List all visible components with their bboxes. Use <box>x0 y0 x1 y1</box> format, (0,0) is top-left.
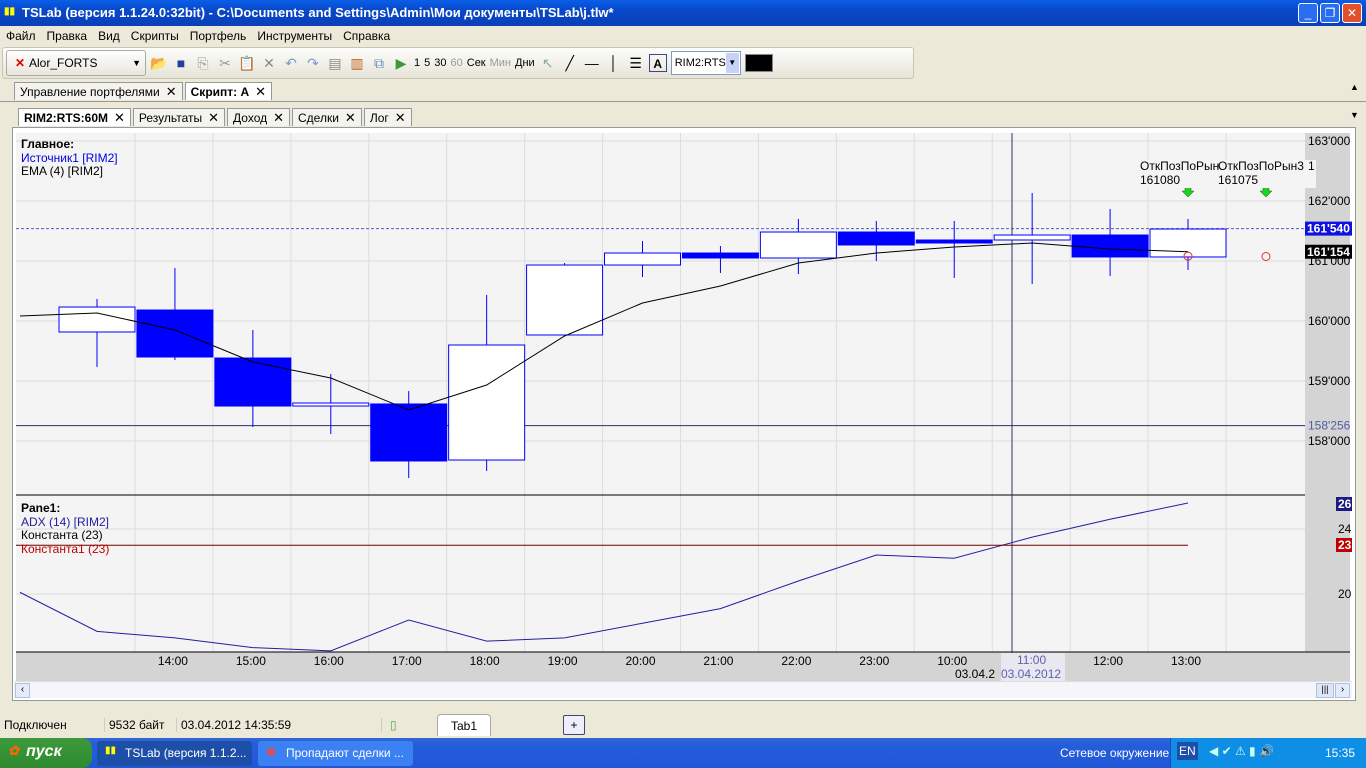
time-tick: 16:00 <box>314 654 344 668</box>
cursor-price-label: 158'256 <box>1308 419 1351 433</box>
pane1-title: Pane1: <box>21 501 61 515</box>
tray-icons[interactable]: ◀ ✔ ⚠ ▮ 🔊 <box>1209 744 1274 758</box>
app-icon: ▮▮ <box>105 745 117 756</box>
signal-price: 161075 <box>1218 173 1259 187</box>
candle-body <box>759 231 837 259</box>
candle-body <box>448 344 526 461</box>
candle-body <box>837 231 915 246</box>
candle-body <box>214 357 292 407</box>
candle-body <box>58 306 136 333</box>
signal-labels: ОткПозПоРын ОткПозПоРын3 1 161080 161075 <box>1140 160 1316 188</box>
time-tick: 14:00 <box>158 654 188 668</box>
status-bar: Подключен 9532 байт 03.04.2012 14:35:59 … <box>0 712 1366 738</box>
time-tick: 23:00 <box>859 654 889 668</box>
price-chart[interactable]: 163'000162'000161'000160'000159'000158'0… <box>0 0 1366 700</box>
price-tick: 162'000 <box>1308 194 1351 208</box>
scroll-right-icon[interactable]: › <box>1335 683 1350 698</box>
legend-constant: Константа (23) <box>21 528 103 542</box>
time-tick: 20:00 <box>625 654 655 668</box>
time-axis-bg <box>16 652 1350 681</box>
scroll-thumb[interactable]: ||| <box>1316 683 1334 698</box>
time-tick: 13:00 <box>1171 654 1201 668</box>
price-tick: 163'000 <box>1308 134 1351 148</box>
network-toolbar[interactable]: Сетевое окружение <box>1060 746 1169 760</box>
notes-icon[interactable]: ▯ <box>382 718 437 732</box>
candle-body <box>1149 228 1227 258</box>
time-tick: 17:00 <box>392 654 422 668</box>
time-tick: 18:00 <box>470 654 500 668</box>
time-tick: 12:00 <box>1093 654 1123 668</box>
candle-body <box>993 234 1071 241</box>
candle-body <box>681 252 759 259</box>
xaxis-date: 03.04.2 <box>955 667 996 681</box>
time-tick: 21:00 <box>703 654 733 668</box>
time-tick: 10:00 <box>937 654 967 668</box>
main-pane-title: Главное: <box>21 137 75 151</box>
clock: 15:35 <box>1325 746 1356 760</box>
adx-value-label: 26 <box>1338 497 1352 511</box>
candle-body <box>915 239 993 244</box>
signal-price: 161080 <box>1140 173 1181 187</box>
signal-name: ОткПозПоРын <box>1140 159 1220 173</box>
windows-logo-icon: ✿ <box>8 743 19 758</box>
candle-body <box>136 309 214 358</box>
legend-ema: EMA (4) [RIM2] <box>21 164 104 178</box>
price-tick: 158'000 <box>1308 434 1351 448</box>
tab1[interactable]: Tab1 <box>437 714 491 736</box>
last-price-label: 161'540 <box>1307 222 1350 236</box>
scroll-left-icon[interactable]: ‹ <box>15 683 30 698</box>
task-chrome[interactable]: ◉ Пропадают сделки ... <box>258 741 413 766</box>
price-tick: 159'000 <box>1308 374 1351 388</box>
datetime-status: 03.04.2012 14:35:59 <box>177 718 382 732</box>
ema-value-label: 161'154 <box>1307 245 1350 259</box>
candle-body <box>292 402 370 407</box>
candle-body <box>604 252 682 266</box>
time-tick: 22:00 <box>781 654 811 668</box>
candle-body <box>1071 234 1149 258</box>
signal-count: 1 <box>1308 159 1315 173</box>
price-axis-bg <box>1305 133 1350 652</box>
time-tick: 15:00 <box>236 654 266 668</box>
price-tick: 160'000 <box>1308 314 1351 328</box>
connection-status: Подключен <box>0 718 105 732</box>
adx-tick: 24 <box>1338 522 1352 536</box>
task-tslab[interactable]: ▮▮ TSLab (версия 1.1.2... <box>97 741 252 766</box>
cursor-time-label: 11:00 03.04.2012 <box>1001 653 1065 681</box>
constant-value-label: 23 <box>1338 538 1352 552</box>
time-tick: 19:00 <box>548 654 578 668</box>
adx-tick: 20 <box>1338 587 1352 601</box>
signal-name: ОткПозПоРын3 <box>1218 159 1304 173</box>
candle-body <box>370 403 448 462</box>
start-button[interactable]: ✿ пуск <box>0 738 92 768</box>
bytes-status: 9532 байт <box>105 718 177 732</box>
horizontal-scrollbar[interactable]: ‹ ||| › <box>14 681 1352 698</box>
legend-constant1: Константа1 (23) <box>21 542 110 556</box>
chrome-icon: ◉ <box>266 744 277 758</box>
system-tray: EN ◀ ✔ ⚠ ▮ 🔊 15:35 <box>1170 738 1366 768</box>
add-tab-button[interactable]: + <box>563 715 585 735</box>
language-indicator[interactable]: EN <box>1177 742 1198 760</box>
